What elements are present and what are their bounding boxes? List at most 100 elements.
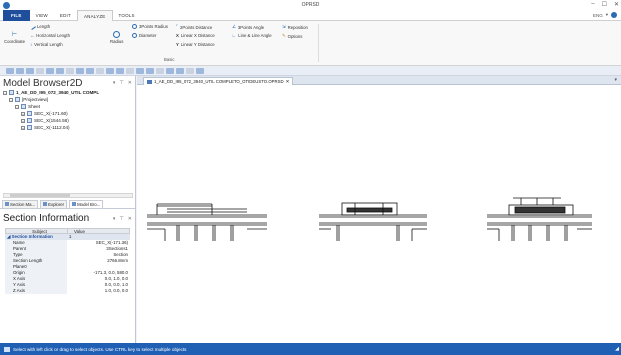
options-button[interactable]: ✎ Options [282,33,302,39]
vertical-length-button[interactable]: ↕ Vertical Length [30,42,63,47]
linear-y-distance-icon: Y [176,42,179,47]
reposition-button[interactable]: ⇲ Reposition [282,24,308,30]
diameter-icon [132,33,137,38]
collapse-icon[interactable]: - [15,104,19,109]
reposition-icon: ⇲ [282,24,286,29]
section-icon [27,125,32,130]
tree-item-section[interactable]: + SEC_X(-1112.04) [21,125,70,130]
toolbar-zoom-icon[interactable] [26,67,34,74]
toolbar-view-icon[interactable] [116,67,124,74]
collapse-icon[interactable]: - [3,90,7,95]
tree-horizontal-scrollbar[interactable] [3,193,133,198]
section-info-header: Section Information ▾ ⊤ ✕ [0,213,135,224]
status-bar: Select with left click or drag to select… [0,343,621,355]
menu-analyze[interactable]: ANALYZE [76,9,113,21]
toolbar-snap-icon[interactable] [146,67,154,74]
toolbar-redo-icon[interactable] [106,67,114,74]
tree-item-projectview[interactable]: - [Projectview] [9,97,48,102]
menu-edit[interactable]: EDIT [54,10,77,21]
expand-icon[interactable]: + [21,118,25,123]
tree-item-section[interactable]: + SEC_X(-171.60) [21,111,68,116]
column-subject[interactable]: Subject [6,229,68,234]
section-drawing-1[interactable] [147,203,267,241]
panel-menu-icon[interactable]: ▾ [113,80,116,86]
section-drawing-2[interactable] [319,202,427,241]
dropdown-icon[interactable]: ▾ [606,12,608,18]
toolbar-settings-icon[interactable] [186,67,194,74]
tab-close-icon[interactable]: ✕ [286,79,290,85]
panel-close-icon[interactable]: ✕ [128,80,132,86]
left-panel: Model Browser2D ▾ ⊤ ✕ - 1_AE_DD_I95_072_… [0,76,136,343]
toolbar-paste-icon[interactable] [86,67,94,74]
status-text: Select with left click or drag to select… [13,346,187,352]
toolbar-grid-icon[interactable] [136,67,144,74]
toolbar-section-icon[interactable] [156,67,164,74]
window-title: OPRSD [301,2,320,8]
toolbar-measure-icon[interactable] [56,67,64,74]
linear-x-distance-button[interactable]: X Linear X Distance [176,33,215,38]
diameter-button[interactable]: Diameter [132,33,156,38]
panel-menu-icon[interactable]: ▾ [113,216,116,222]
column-value[interactable]: Value [68,229,85,234]
maximize-button[interactable]: ☐ [602,1,607,8]
tab-section-manager[interactable]: Section Ma... [2,199,39,209]
expand-icon[interactable]: + [21,125,25,130]
toolbar-cut-icon[interactable] [66,67,74,74]
toolbar-more-icon[interactable] [196,67,204,74]
menu-view[interactable]: VIEW [30,10,54,21]
tree-item-root[interactable]: - 1_AE_DD_I95_072_3940_UTIL COMPL [3,90,99,95]
help-icon[interactable] [611,12,617,18]
left-panel-tabs: Section Ma... Explorer Model Bro... [0,199,135,209]
tab-explorer[interactable]: Explorer [40,199,68,209]
toolbar-pan-icon[interactable] [16,67,24,74]
three-points-radius-button[interactable]: 3Points Radius [132,24,168,29]
toolbar-select-icon[interactable] [6,67,14,74]
two-points-distance-button[interactable]: ⌜ 2Points Distance [176,24,212,30]
panel-controls: ▾ ⊤ ✕ [113,216,132,222]
toolbar-layer-icon[interactable] [126,67,134,74]
scrollbar-thumb[interactable] [10,194,70,197]
coordinate-button[interactable]: ⊢ Coordinate [4,31,25,44]
menu-tools[interactable]: TOOLS [113,10,141,21]
resize-grip-icon[interactable]: ◢ [615,346,619,352]
toolbar-rotate-icon[interactable] [46,67,54,74]
vertical-length-icon: ↕ [30,42,33,47]
tab-model-browser[interactable]: Model Bro... [69,199,104,209]
toolbar-copy-icon[interactable] [76,67,84,74]
tree-item-section[interactable]: + SEC_X(1544.58) [21,118,69,123]
user-label[interactable]: ENG [593,13,603,18]
collapse-icon[interactable]: - [9,97,13,102]
toolbar-export-icon[interactable] [176,67,184,74]
model-browser-icon [72,202,77,206]
toolbar-print-icon[interactable] [166,67,174,74]
pin-icon[interactable]: ⊤ [119,216,123,222]
line-line-angle-button[interactable]: ∟ Line & Line Angle [232,33,272,38]
property-row[interactable]: Z Axis 1.0, 0.0, 0.0 [5,288,130,294]
section-drawing-3[interactable] [487,197,592,241]
tree-item-sheet[interactable]: - Sheet [15,104,40,109]
close-button[interactable]: ✕ [614,1,619,8]
minimize-button[interactable]: – [591,1,594,8]
title-bar: OPRSD – ☐ ✕ [0,0,621,10]
radius-button[interactable]: Radius [110,31,123,44]
section-drawings [147,197,592,241]
linear-y-distance-button[interactable]: Y Linear Y Distance [176,42,215,47]
document-tab-strip: 1_AE_DD_I95_072_3940_UTIL COMPLETO_OTIDE… [137,76,621,85]
pin-icon[interactable]: ⊤ [119,80,123,86]
three-points-angle-button[interactable]: ∠ 3Points Angle [232,24,264,30]
projectview-icon [15,97,20,102]
menu-file[interactable]: FILE [3,9,30,21]
ribbon-group-basic: Basic [164,57,175,62]
panel-close-icon[interactable]: ✕ [128,216,132,222]
document-tab[interactable]: 1_AE_DD_I95_072_3940_UTIL COMPLETO_OTIDE… [143,77,294,85]
tab-list-dropdown-icon[interactable]: ▾ [614,77,617,83]
toolbar-fit-icon[interactable] [36,67,44,74]
coordinate-icon: ⊢ [11,32,18,38]
drawing-canvas[interactable] [137,85,621,343]
length-icon [29,23,36,30]
horizontal-length-button[interactable]: ↔ Horizontal Length [30,33,70,38]
toolbar-undo-icon[interactable] [96,67,104,74]
length-button[interactable]: Length [29,23,50,30]
window-controls: – ☐ ✕ [591,1,619,8]
expand-icon[interactable]: + [21,111,25,116]
